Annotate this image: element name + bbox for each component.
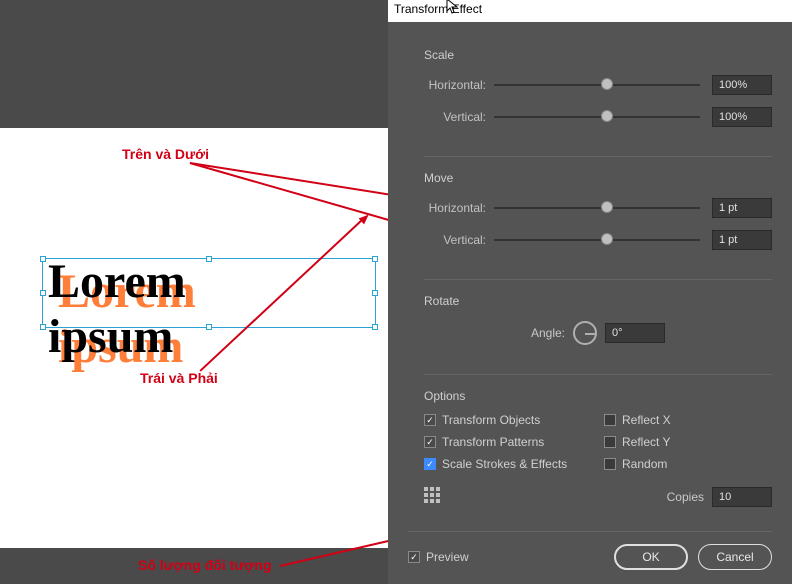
rotate-title: Rotate [424, 294, 772, 308]
scale-strokes-checkbox[interactable]: Scale Strokes & Effects [424, 457, 592, 471]
angle-dial[interactable] [573, 321, 597, 345]
move-vertical-label: Vertical: [424, 233, 494, 247]
canvas-area: Lorem ipsum Lorem ipsum Trên và Dưới Trá… [0, 0, 388, 584]
copies-label: Copies [667, 490, 704, 504]
scale-vertical-slider[interactable] [494, 116, 700, 118]
reflect-x-checkbox[interactable]: Reflect X [604, 413, 772, 427]
move-horizontal-slider[interactable] [494, 207, 700, 209]
move-horizontal-field[interactable]: 1 pt [712, 198, 772, 218]
scale-horizontal-field[interactable]: 100% [712, 75, 772, 95]
divider [424, 156, 772, 157]
divider [424, 374, 772, 375]
move-horizontal-label: Horizontal: [424, 201, 494, 215]
scale-horizontal-label: Horizontal: [424, 78, 494, 92]
move-vertical-field[interactable]: 1 pt [712, 230, 772, 250]
random-checkbox[interactable]: Random [604, 457, 772, 471]
scale-title: Scale [424, 48, 772, 62]
scale-vertical-label: Vertical: [424, 110, 494, 124]
scale-section: Scale Horizontal: 100% Vertical: 100% [424, 48, 772, 130]
angle-field[interactable]: 0° [605, 323, 665, 343]
panel-footer: Preview OK Cancel [408, 531, 772, 570]
options-section: Options Transform Objects Reflect X Tran… [424, 389, 772, 507]
cancel-button[interactable]: Cancel [698, 544, 772, 570]
rotate-section: Rotate Angle: 0° [424, 294, 772, 348]
cursor-icon [446, 0, 460, 16]
transform-patterns-checkbox[interactable]: Transform Patterns [424, 435, 592, 449]
annotation-copies: Số lượng đối tượng [138, 557, 272, 573]
scale-horizontal-slider[interactable] [494, 84, 700, 86]
angle-label: Angle: [531, 326, 565, 340]
options-title: Options [424, 389, 772, 403]
panel-title: Transform Effect [388, 0, 792, 22]
move-vertical-slider[interactable] [494, 239, 700, 241]
reference-point-icon[interactable] [424, 487, 444, 507]
annotation-left-right: Trái và Phải [140, 370, 218, 386]
annotation-top-bottom: Trên và Dưới [122, 146, 209, 162]
copies-field[interactable]: 10 [712, 487, 772, 507]
transform-objects-checkbox[interactable]: Transform Objects [424, 413, 592, 427]
preview-checkbox[interactable]: Preview [408, 550, 469, 564]
selection-box[interactable] [42, 258, 376, 328]
scale-vertical-field[interactable]: 100% [712, 107, 772, 127]
reflect-y-checkbox[interactable]: Reflect Y [604, 435, 772, 449]
move-title: Move [424, 171, 772, 185]
divider [424, 279, 772, 280]
ok-button[interactable]: OK [614, 544, 688, 570]
transform-effect-panel: Transform Effect Scale Horizontal: 100% … [388, 0, 792, 584]
move-section: Move Horizontal: 1 pt Vertical: 1 pt [424, 171, 772, 253]
